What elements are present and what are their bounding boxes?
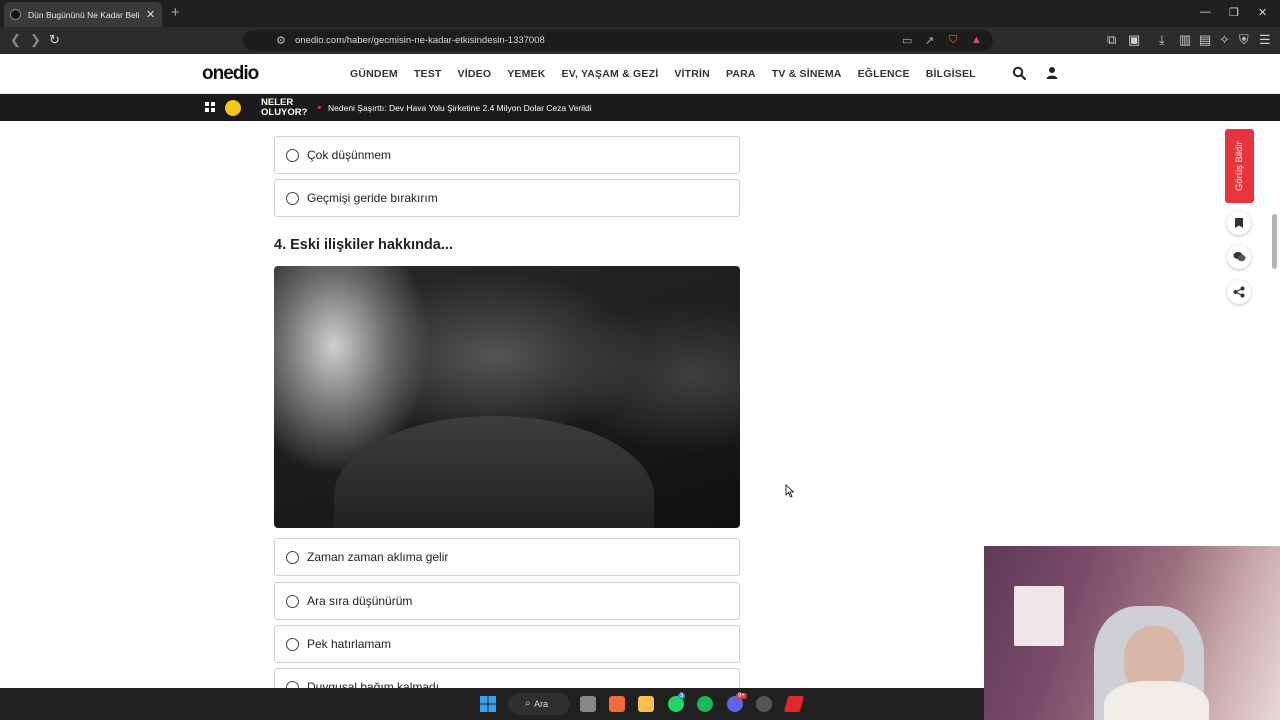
spotify-icon[interactable] [697,696,713,712]
wallet-icon[interactable]: ▤ [1199,32,1211,48]
taskbar-search-icon: ⌕ [525,698,531,709]
minimize-icon[interactable]: — [1200,6,1211,18]
radio-button[interactable] [286,550,299,564]
option-label: Çok düşünmem [307,148,392,162]
site-header: onedio GÜNDEM TEST VİDEO YEMEK EV, YAŞAM… [0,54,1280,94]
mouse-cursor-icon [785,484,795,498]
forward-icon[interactable]: ❯ [30,32,41,48]
onedio-favicon-icon [10,9,21,20]
browser-tab[interactable]: Dün Bugününü Ne Kadar Belirliyor? ✕ [4,2,162,27]
tab-title: Dün Bugününü Ne Kadar Belirliyor? [28,9,140,20]
app-icon[interactable] [783,696,805,712]
browser-tabstrip: Dün Bugününü Ne Kadar Belirliyor? ✕ + — … [0,0,1280,27]
windows-taskbar: Ara ⌕ 3 9+ [0,688,984,720]
nav-tv-sinema[interactable]: TV & SİNEMA [772,68,842,80]
brave-shields-icon[interactable]: ⛉ [949,34,957,47]
save-button[interactable] [1227,211,1251,235]
nav-gundem[interactable]: GÜNDEM [350,68,398,80]
discord-badge: 9+ [736,693,747,699]
address-bar[interactable]: ⚙ onedio.com/haber/gecmisin-ne-kadar-etk… [243,30,993,51]
vpn-icon[interactable]: ⛨ [1239,32,1249,48]
tab-close-icon[interactable]: ✕ [146,8,155,21]
file-explorer-icon[interactable] [638,696,654,712]
option-label: Zaman zaman aklıma gelir [307,550,449,564]
option-label: Ara sıra düşünürüm [307,594,413,608]
user-icon[interactable] [1045,66,1059,80]
option-label: Pek hatırlamam [307,637,392,651]
image-figure [334,416,654,528]
download-icon[interactable]: ⤓ [1159,32,1165,48]
back-icon[interactable]: ❮ [10,32,21,48]
grid-menu-icon[interactable] [205,102,216,113]
url-text[interactable]: onedio.com/haber/gecmisin-ne-kadar-etkis… [295,35,545,46]
task-view-icon[interactable] [580,696,596,712]
nav-eglence[interactable]: EĞLENCE [858,68,910,80]
option-label: Geçmişi geride bırakırım [307,191,438,205]
comments-icon [1233,252,1245,262]
neler-oluyor-label: NELER OLUYOR? [261,97,308,118]
quiz-option[interactable]: Ara sıra düşünürüm [274,582,740,620]
browser-toolbar: ❮ ❯ ↻ ⚐ ⚙ onedio.com/haber/gecmisin-ne-k… [0,27,1280,54]
share-icon [1233,286,1245,298]
taskbar-search[interactable]: Ara [508,693,570,715]
onedio-logo[interactable]: onedio [202,63,259,85]
feedback-button[interactable]: Görüş Bildir [1225,129,1254,203]
webcam-shelf [1014,586,1064,646]
quiz-option[interactable]: Zaman zaman aklıma gelir [274,538,740,576]
radio-button[interactable] [286,191,299,205]
quiz-option[interactable]: Pek hatırlamam [274,625,740,663]
sidebar-icon[interactable]: ▥ [1179,32,1191,48]
restore-icon[interactable]: ❐ [1229,6,1239,19]
scroll-thumb[interactable] [1272,214,1277,269]
nav-test[interactable]: TEST [414,68,442,80]
feedback-label: Görüş Bildir [1234,141,1245,191]
webcam-person-body [1104,681,1209,720]
share-button[interactable] [1227,280,1251,304]
site-settings-icon[interactable]: ⚙ [276,34,286,47]
extensions-icon[interactable]: ⧉ [1107,32,1116,48]
radio-button[interactable] [286,148,299,162]
radio-button[interactable] [286,637,299,651]
quiz-option[interactable]: Geçmişi geride bırakırım [274,179,740,217]
reload-icon[interactable]: ↻ [49,32,60,48]
new-tab-icon[interactable]: + [171,4,180,21]
nav-para[interactable]: PARA [726,68,756,80]
question-image [274,266,740,528]
window-close-icon[interactable]: ✕ [1258,6,1267,19]
leo-ai-icon[interactable]: ✧ [1219,32,1230,48]
share-icon[interactable]: ↗ [925,34,934,47]
quiz-option[interactable]: Çok düşünmem [274,136,740,174]
media-icon[interactable]: ▣ [1128,32,1140,48]
nav-ev-yasam-gezi[interactable]: EV, YAŞAM & GEZİ [562,68,659,80]
radio-button[interactable] [286,594,299,608]
main-nav: GÜNDEM TEST VİDEO YEMEK EV, YAŞAM & GEZİ… [350,68,992,80]
nav-yemek[interactable]: YEMEK [507,68,545,80]
windows-start-icon[interactable] [480,696,496,712]
question-title: 4. Eski ilişkiler hakkında... [274,237,453,253]
taskbar-search-label: Ara [534,699,549,709]
whatsapp-badge: 3 [678,693,686,699]
news-dot-icon [318,106,321,109]
search-icon[interactable] [1012,66,1026,80]
nav-vitrin[interactable]: VİTRİN [674,68,710,80]
menu-icon[interactable]: ☰ [1259,32,1271,48]
cast-icon[interactable]: ▭ [902,34,912,47]
brave-rewards-icon[interactable]: ▲ [971,34,982,46]
obs-icon[interactable] [756,696,772,712]
bookmark-add-icon [1235,218,1243,228]
nav-video[interactable]: VİDEO [458,68,492,80]
nav-bilgisel[interactable]: BİLGİSEL [926,68,976,80]
webcam-overlay [984,546,1280,720]
comments-button[interactable] [1227,245,1251,269]
brave-browser-icon[interactable] [609,696,625,712]
news-ticker: NELER OLUYOR? Nedeni Şaşırttı: Dev Hava … [0,94,1280,121]
news-badge-icon[interactable] [225,100,241,116]
news-headline[interactable]: Nedeni Şaşırttı: Dev Hava Yolu Şirketine… [328,103,592,113]
